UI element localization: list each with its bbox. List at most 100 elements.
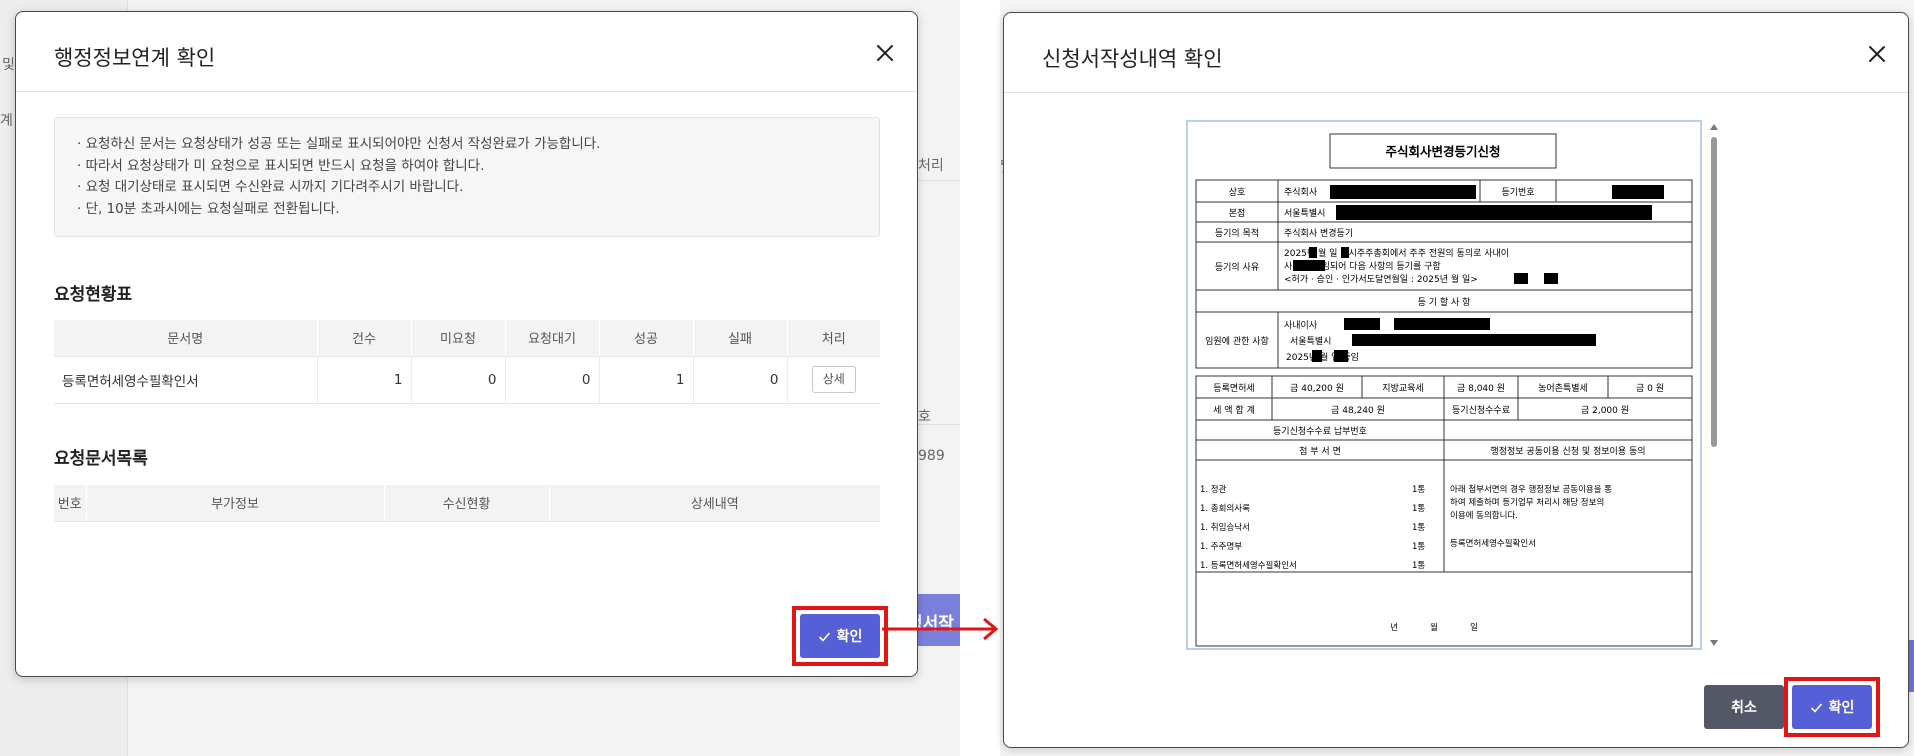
consent-line: 하여 제출하며 등기업무 처리시 해당 정보의 bbox=[1450, 497, 1604, 508]
arrow-right-icon bbox=[882, 617, 999, 641]
modal-header: 행정정보연계 확인 bbox=[16, 12, 917, 92]
fee-value: 금 0 원 bbox=[1636, 383, 1664, 394]
application-review-modal: 신청서작성내역 확인 주식회사변경등기신청 상호 본점 등기의 목적 등기의 사… bbox=[1003, 12, 1909, 748]
notice-line: · 단, 10분 초과시에는 요청실패로 전환됩니다. bbox=[77, 200, 340, 217]
consent-line: 이용에 동의합니다. bbox=[1450, 510, 1518, 521]
column-header: 문서명 bbox=[54, 320, 318, 357]
company-prefix: 주식회사 bbox=[1284, 187, 1318, 198]
redaction bbox=[1334, 350, 1348, 362]
redaction bbox=[1344, 318, 1380, 330]
column-header: 건수 bbox=[317, 320, 412, 357]
notice-box: · 요청하신 문서는 요청상태가 성공 또는 실패로 표시되어야만 신청서 작성… bbox=[54, 117, 880, 237]
attachment-qty: 1통 bbox=[1412, 542, 1425, 552]
fee-value: 금 40,200 원 bbox=[1290, 383, 1344, 394]
document-preview[interactable]: 주식회사변경등기신청 상호 본점 등기의 목적 등기의 사유 임원에 관한 사항… bbox=[1186, 120, 1702, 650]
attachment-qty: 1통 bbox=[1412, 523, 1425, 533]
scroll-up-icon bbox=[1710, 124, 1718, 130]
action-cell: 상세 bbox=[787, 356, 880, 404]
status-table: 문서명 건수 미요청 요청대기 성공 실패 처리 등록면허세영수필확인서 1 0… bbox=[54, 320, 880, 404]
fee-value: 금 2,000 원 bbox=[1581, 405, 1629, 416]
redaction bbox=[1394, 318, 1490, 330]
label-company: 상호 bbox=[1229, 187, 1246, 198]
doc-list-header-row: 번호 부가정보 수신현황 상세내역 bbox=[54, 485, 880, 522]
attachment-qty: 1통 bbox=[1412, 561, 1425, 571]
date-year: 년 bbox=[1390, 622, 1398, 633]
detail-button[interactable]: 상세 bbox=[811, 366, 856, 393]
attachment-qty: 1통 bbox=[1412, 504, 1425, 514]
column-header: 성공 bbox=[599, 320, 694, 357]
highlight-box bbox=[792, 606, 888, 666]
column-header: 처리 bbox=[787, 320, 880, 357]
date-day: 일 bbox=[1470, 623, 1478, 633]
background-text: 계 bbox=[0, 113, 13, 129]
label-head-office: 본점 bbox=[1229, 207, 1246, 219]
purpose-text: 주식회사 변경등기 bbox=[1284, 227, 1353, 239]
officer-line: 사내이사 bbox=[1284, 320, 1318, 331]
registration-header: 등 기 할 사 항 bbox=[1418, 297, 1471, 308]
fee-label: 농어촌특별세 bbox=[1538, 383, 1588, 394]
attachment-qty: 1통 bbox=[1412, 485, 1425, 495]
column-header: 상세내역 bbox=[549, 485, 880, 522]
notice-line: · 요청 대기상태로 표시되면 수신완료 시까지 기다려주시기 바랍니다. bbox=[77, 179, 464, 195]
redaction bbox=[1330, 185, 1476, 199]
document-scrollbar[interactable] bbox=[1708, 123, 1720, 647]
document-name: 등록면허세영수필확인서 bbox=[54, 356, 318, 404]
form-title: 주식회사변경등기신청 bbox=[1385, 144, 1500, 159]
column-header: 요청대기 bbox=[505, 320, 600, 357]
fee-label: 등기신청수수료 bbox=[1452, 405, 1510, 416]
registration-form: 주식회사변경등기신청 상호 본점 등기의 목적 등기의 사유 임원에 관한 사항… bbox=[1195, 133, 1693, 647]
column-header: 번호 bbox=[54, 485, 87, 522]
close-icon[interactable] bbox=[1866, 43, 1888, 65]
background-text: 및 bbox=[2, 57, 15, 73]
redaction bbox=[1312, 350, 1322, 362]
background-text: 989 bbox=[918, 448, 945, 464]
table-row: 등록면허세영수필확인서 1 0 0 1 0 상세 bbox=[54, 356, 880, 404]
redaction bbox=[1341, 247, 1349, 258]
reason-line: 2025년 월 일 임시주주총회에서 주주 전원의 동의로 사내이 bbox=[1284, 247, 1509, 259]
fail-cell: 0 bbox=[693, 356, 788, 404]
label-reason: 등기의 사유 bbox=[1215, 262, 1259, 273]
address-prefix: 서울특별시 bbox=[1284, 208, 1325, 219]
background-text: 호 bbox=[918, 409, 931, 425]
consent-doc: 등록면허세영수필확인서 bbox=[1450, 538, 1536, 549]
notice-line: · 요청하신 문서는 요청상태가 성공 또는 실패로 표시되어야만 신청서 작성… bbox=[77, 136, 601, 152]
scroll-thumb bbox=[1711, 137, 1717, 447]
attach-header: 첨 부 서 면 bbox=[1299, 446, 1341, 457]
consent-line: 아래 첨부서면의 경우 행정정보 공동이용을 통 bbox=[1450, 484, 1612, 495]
notice-line: · 따라서 요청상태가 미 요청으로 표시되면 반드시 요청을 하여야 합니다. bbox=[77, 157, 485, 174]
attachment-name: 1. 총회의사록 bbox=[1200, 503, 1250, 514]
not-requested-cell: 0 bbox=[411, 356, 506, 404]
modal-header: 신청서작성내역 확인 bbox=[1004, 13, 1908, 93]
redaction bbox=[1514, 273, 1528, 284]
modal-title: 신청서작성내역 확인 bbox=[1042, 47, 1223, 71]
status-table-header-row: 문서명 건수 미요청 요청대기 성공 실패 처리 bbox=[54, 320, 880, 357]
fee-label: 등록면허세 bbox=[1213, 383, 1254, 394]
reason-line: <허가 · 승인 · 인가서도달연월일 : 2025년 월 일> bbox=[1284, 273, 1478, 285]
column-header: 부가정보 bbox=[86, 485, 385, 522]
redaction bbox=[1293, 260, 1325, 271]
label-officers: 임원에 관한 사항 bbox=[1205, 335, 1269, 347]
date-month: 월 bbox=[1430, 622, 1438, 633]
success-cell: 1 bbox=[599, 356, 694, 404]
reg-no-label: 등기번호 bbox=[1501, 187, 1534, 198]
column-header: 실패 bbox=[693, 320, 788, 357]
redaction bbox=[1352, 334, 1596, 346]
close-icon[interactable] bbox=[874, 42, 896, 64]
fee-label: 등기신청수수료 납부번호 bbox=[1273, 426, 1367, 437]
count-cell: 1 bbox=[317, 356, 412, 404]
highlight-box bbox=[1784, 677, 1880, 737]
waiting-cell: 0 bbox=[505, 356, 600, 404]
fee-label: 지방교육세 bbox=[1382, 383, 1423, 394]
column-header: 수신현황 bbox=[384, 485, 550, 522]
doc-list-table: 번호 부가정보 수신현황 상세내역 bbox=[54, 485, 880, 522]
redaction bbox=[1336, 205, 1652, 220]
attachment-name: 1. 정관 bbox=[1200, 484, 1227, 495]
fee-value: 금 8,040 원 bbox=[1457, 383, 1505, 394]
doc-list-title: 요청문서목록 bbox=[54, 449, 148, 469]
redaction bbox=[1612, 185, 1664, 199]
admin-info-link-modal: 행정정보연계 확인 · 요청하신 문서는 요청상태가 성공 또는 실패로 표시되… bbox=[15, 11, 918, 677]
cancel-button[interactable]: 취소 bbox=[1704, 685, 1784, 729]
status-table-title: 요청현황표 bbox=[54, 285, 133, 305]
fee-label: 세 액 합 계 bbox=[1213, 404, 1255, 416]
attachment-name: 1. 취임승낙서 bbox=[1200, 522, 1250, 533]
